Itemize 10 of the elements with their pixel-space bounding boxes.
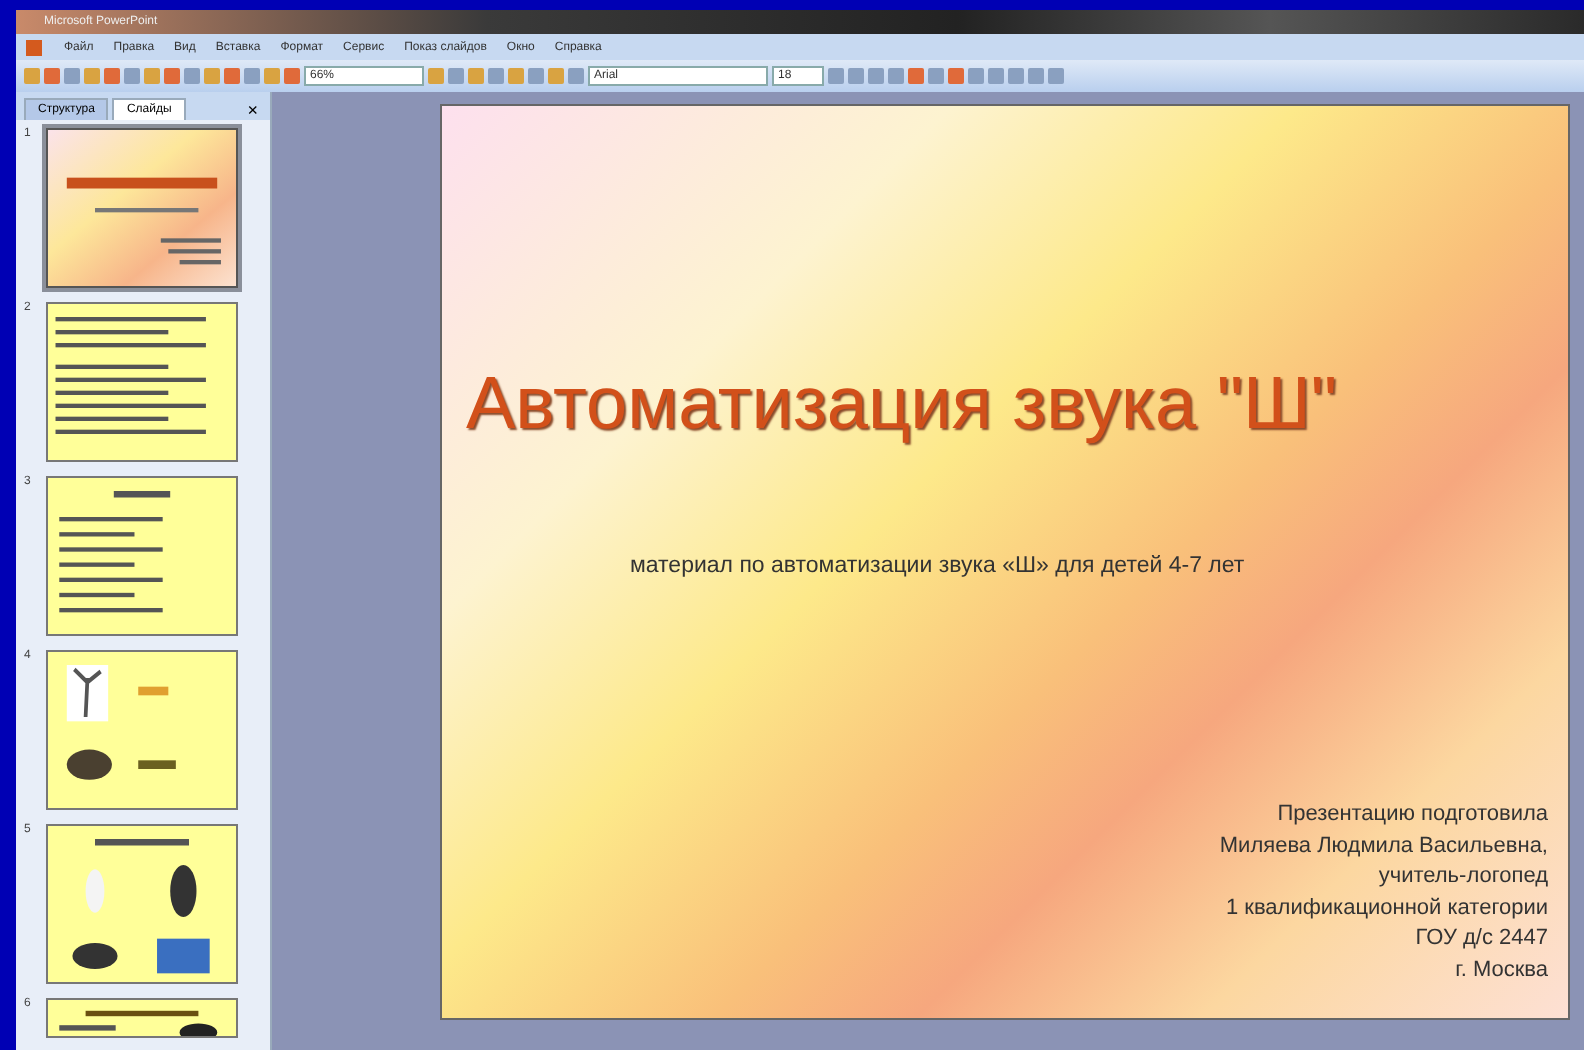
- app-icon: [24, 37, 44, 57]
- author-line: учитель-логопед: [1378, 862, 1548, 892]
- slide-title: Автоматизация звука "Ш": [466, 362, 1340, 446]
- author-line: 1 квалификационной категории: [1225, 893, 1548, 923]
- slide-subtitle: материал по автоматизации звука «Ш» для детей 4-7 лет: [630, 554, 1247, 578]
- author-line: ГОУ д/с 2447: [1415, 924, 1548, 954]
- close-button[interactable]: ×: [247, 100, 258, 120]
- author-line: Презентацию подготовила: [1277, 800, 1548, 830]
- author-line: Миляева Людмила Васильевна,: [1219, 831, 1548, 861]
- author-line: г. Москва: [1455, 955, 1548, 985]
